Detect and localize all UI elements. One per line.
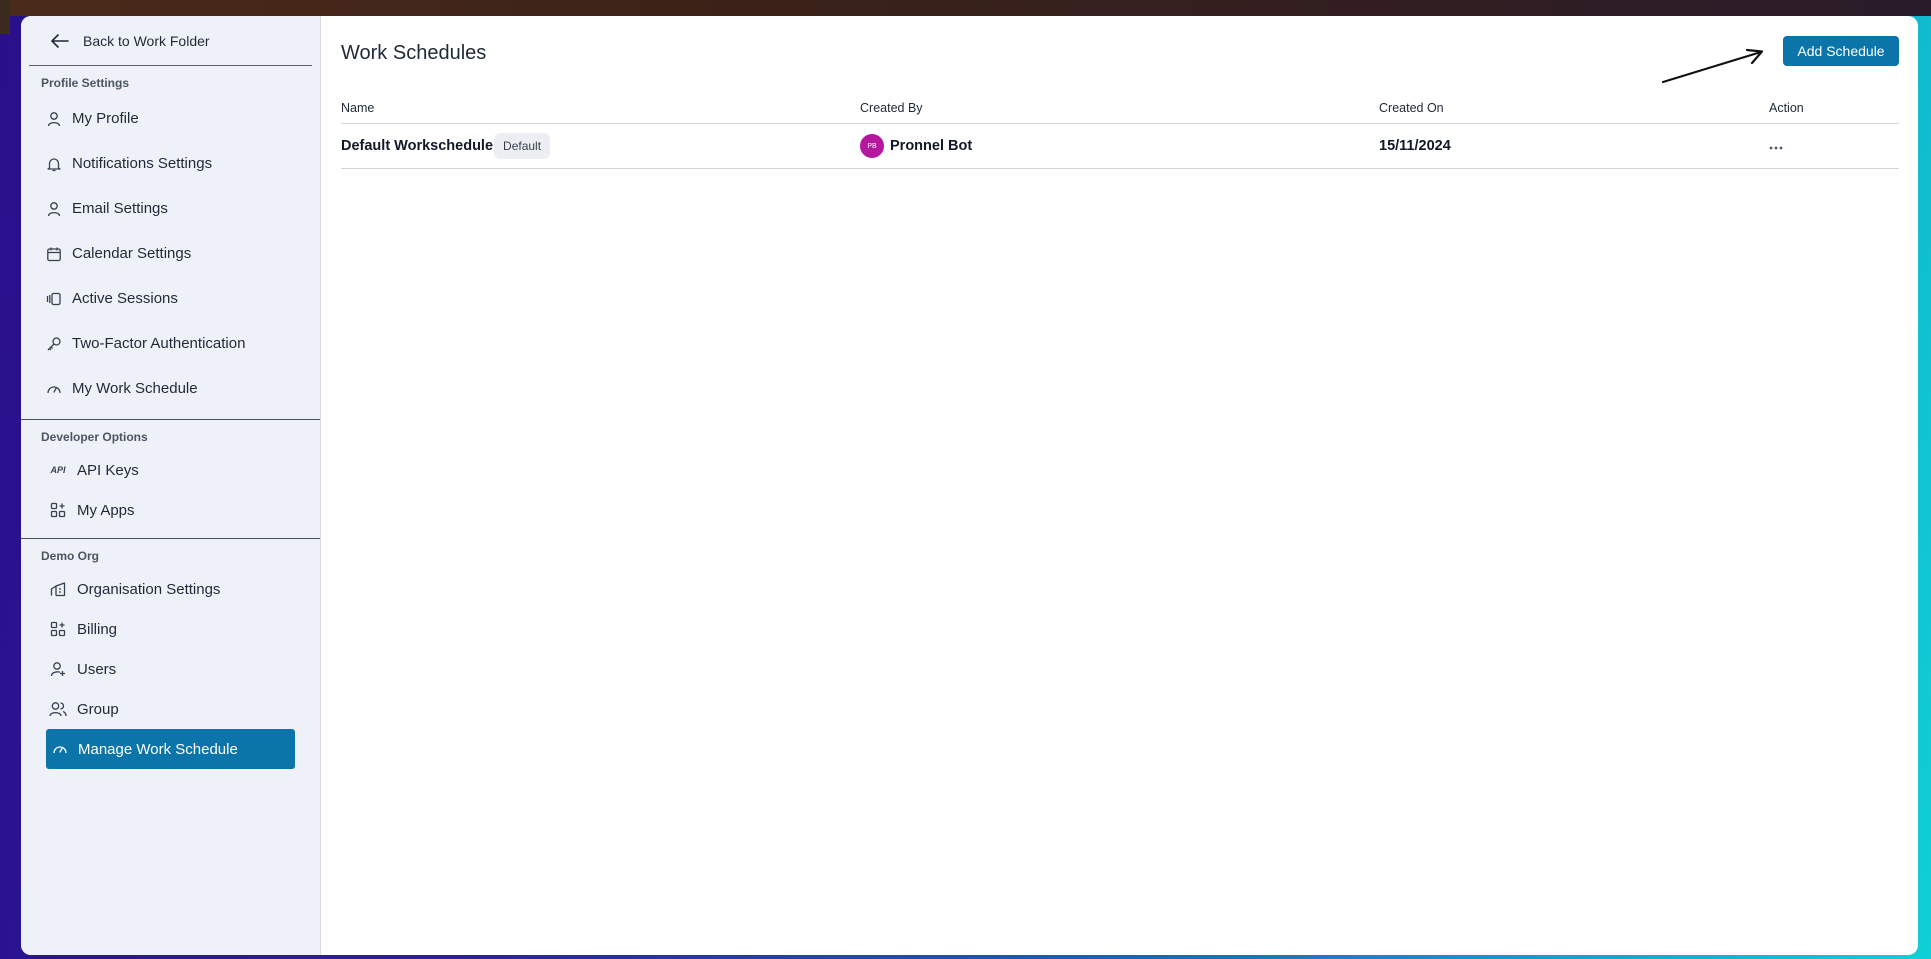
sidebar-item-label: API Keys — [77, 461, 139, 479]
profile-settings-heading: Profile Settings — [41, 76, 130, 90]
cell-created-on: 15/11/2024 — [1379, 138, 1451, 154]
schedule-name[interactable]: Default Workschedule — [341, 138, 493, 154]
user-icon — [45, 200, 63, 218]
user-plus-icon — [49, 660, 67, 678]
user-icon — [45, 110, 63, 128]
table-row[interactable]: Default Workschedule Default PB Pronnel … — [341, 124, 1899, 169]
apps-icon — [49, 620, 67, 638]
browser-tab-edge — [0, 0, 10, 34]
sidebar-item-label: My Work Schedule — [72, 380, 198, 397]
sidebar-item-api-keys[interactable]: API API Keys — [21, 450, 320, 490]
sidebar-item-my-work-schedule[interactable]: My Work Schedule — [21, 366, 320, 411]
work-schedules-table: Name Created By Created On Action Defaul… — [341, 92, 1899, 169]
default-badge: Default — [494, 133, 551, 159]
settings-window: Back to Work Folder Profile Settings My … — [21, 16, 1918, 955]
sidebar-item-label: Email Settings — [72, 200, 168, 217]
api-icon: API — [50, 465, 66, 475]
sidebar-item-organisation-settings[interactable]: Organisation Settings — [21, 569, 320, 609]
sidebar-item-calendar-settings[interactable]: Calendar Settings — [21, 231, 320, 276]
sidebar-item-billing[interactable]: Billing — [21, 609, 320, 649]
column-header-name[interactable]: Name — [341, 101, 860, 115]
apps-icon — [49, 501, 67, 519]
sessions-icon — [45, 290, 63, 308]
table-header: Name Created By Created On Action — [341, 92, 1899, 124]
page-title: Work Schedules — [341, 42, 487, 64]
building-icon — [49, 580, 67, 598]
demo-org-heading: Demo Org — [41, 549, 100, 563]
gauge-icon — [45, 380, 63, 398]
main-content: Work Schedules Add Schedule Name Created… — [321, 16, 1918, 955]
sidebar-item-my-apps[interactable]: My Apps — [21, 490, 320, 530]
cell-created-by: PB Pronnel Bot — [860, 134, 1379, 158]
creator-name: Pronnel Bot — [890, 138, 973, 154]
add-schedule-button[interactable]: Add Schedule — [1783, 36, 1899, 66]
sidebar-item-my-profile[interactable]: My Profile — [21, 96, 320, 141]
column-header-created-on[interactable]: Created On — [1379, 101, 1769, 115]
sidebar-item-label: Calendar Settings — [72, 245, 192, 262]
sidebar-item-label: Manage Work Schedule — [78, 740, 238, 758]
back-to-work-folder-link[interactable]: Back to Work Folder — [29, 16, 312, 66]
avatar: PB — [860, 134, 884, 158]
sidebar-item-label: Billing — [77, 620, 118, 638]
developer-options-heading: Developer Options — [41, 430, 148, 444]
sidebar-item-active-sessions[interactable]: Active Sessions — [21, 276, 320, 321]
cell-action — [1769, 137, 1899, 155]
sidebar-item-notifications-settings[interactable]: Notifications Settings — [21, 141, 320, 186]
sidebar-item-label: Active Sessions — [72, 290, 178, 307]
cell-name: Default Workschedule Default — [341, 133, 860, 159]
calendar-icon — [45, 245, 63, 263]
sidebar: Back to Work Folder Profile Settings My … — [21, 16, 321, 955]
sidebar-item-email-settings[interactable]: Email Settings — [21, 186, 320, 231]
sidebar-item-label: Organisation Settings — [77, 580, 221, 598]
sidebar-item-label: My Profile — [72, 110, 139, 127]
sidebar-item-label: Group — [77, 700, 119, 718]
users-icon — [49, 700, 67, 718]
bell-icon — [45, 155, 63, 173]
key-icon — [45, 335, 63, 353]
arrow-left-icon — [51, 31, 71, 51]
sidebar-item-label: Users — [77, 660, 117, 678]
column-header-action: Action — [1769, 100, 1804, 115]
more-horizontal-icon[interactable] — [1769, 137, 1783, 154]
browser-top-strip — [0, 0, 1931, 34]
sidebar-item-label: Two-Factor Authentication — [72, 335, 246, 352]
column-header-created-by[interactable]: Created By — [860, 101, 1379, 115]
sidebar-item-users[interactable]: Users — [21, 649, 320, 689]
sidebar-item-manage-work-schedule[interactable]: Manage Work Schedule — [46, 729, 295, 769]
sidebar-item-two-factor-authentication[interactable]: Two-Factor Authentication — [21, 321, 320, 366]
sidebar-item-group[interactable]: Group — [21, 689, 320, 729]
back-link-label: Back to Work Folder — [83, 32, 210, 49]
annotation-arrow — [1661, 48, 1764, 84]
gauge-icon — [51, 740, 69, 758]
sidebar-item-label: My Apps — [77, 501, 135, 519]
sidebar-item-label: Notifications Settings — [72, 155, 213, 172]
